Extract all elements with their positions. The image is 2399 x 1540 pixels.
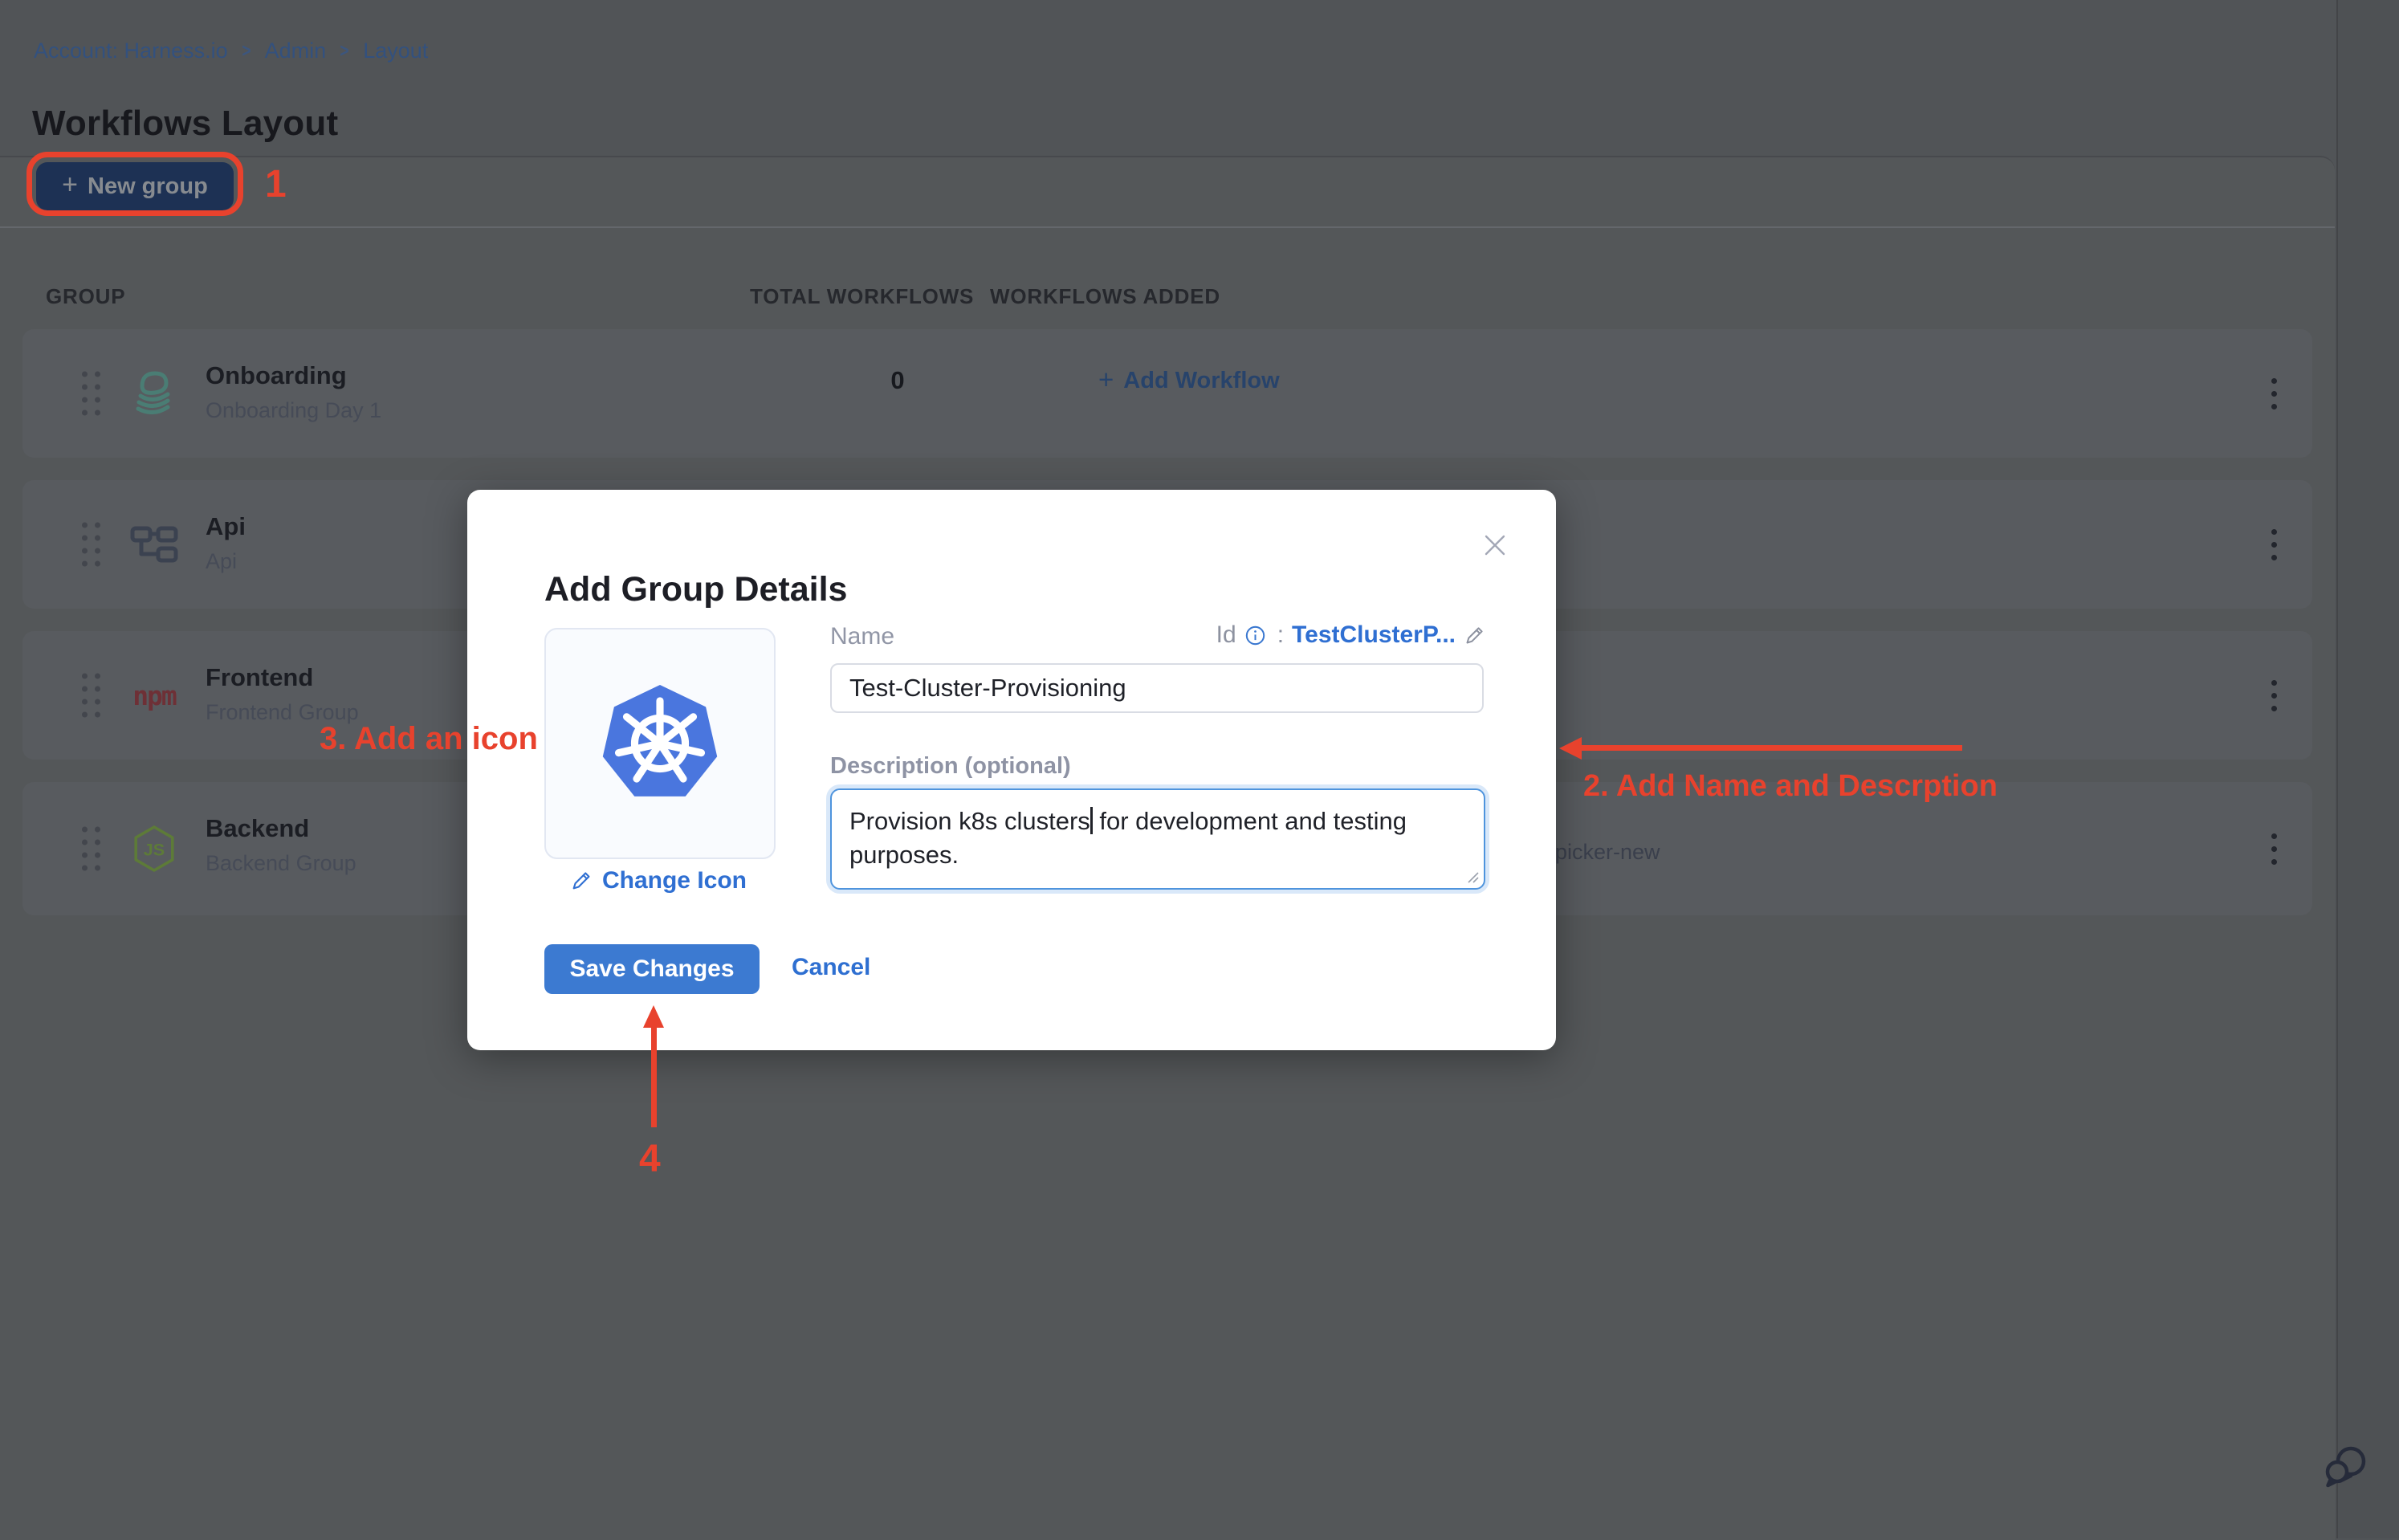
group-name: Backend — [206, 814, 309, 843]
description-label: Description (optional) — [830, 753, 1071, 780]
change-icon-label: Change Icon — [602, 867, 747, 894]
npm-icon: npm — [128, 670, 180, 721]
description-textarea[interactable]: Provision k8s clusters for development a… — [830, 788, 1485, 890]
column-header-total-workflows: TOTAL WORKFLOWS — [750, 284, 974, 309]
annotation-arrow-up — [651, 1026, 657, 1127]
annotation-step3-text: 3. Add an icon — [320, 721, 538, 757]
table-row: Onboarding Onboarding Day 1 0 + Add Work… — [22, 329, 2312, 458]
breadcrumb-account-link[interactable]: Account: Harness.io — [34, 39, 228, 63]
annotation-step4-number: 4 — [639, 1137, 661, 1181]
column-header-group: GROUP — [46, 284, 125, 309]
group-subtitle: Api — [206, 549, 237, 574]
workflow-chip-label: picker-new — [1555, 840, 1660, 865]
chat-bubbles-icon[interactable] — [2316, 1440, 2367, 1492]
modal-title: Add Group Details — [544, 570, 847, 609]
annotation-arrowhead-up-icon — [643, 1005, 664, 1028]
breadcrumb: Account: Harness.io > Admin > Layout — [34, 39, 428, 63]
layers-teal-icon — [128, 368, 180, 419]
group-name: Onboarding — [206, 361, 347, 390]
row-menu-kebab-icon[interactable] — [2256, 368, 2291, 419]
description-text: Provision k8s clusters — [849, 807, 1090, 835]
entity-id-row: Id : TestClusterP... — [1216, 621, 1485, 649]
breadcrumb-admin-link[interactable]: Admin — [265, 39, 327, 63]
row-menu-kebab-icon[interactable] — [2256, 823, 2291, 874]
id-value-link[interactable]: TestClusterP... — [1292, 621, 1456, 649]
annotation-highlight-box — [26, 152, 243, 216]
annotation-step1-number: 1 — [265, 162, 287, 206]
close-icon[interactable] — [1477, 528, 1513, 564]
annotation-arrow-left — [1580, 745, 1962, 751]
group-name: Api — [206, 512, 246, 541]
id-separator: : — [1277, 621, 1284, 649]
drag-handle-icon[interactable] — [82, 523, 100, 567]
group-subtitle: Onboarding Day 1 — [206, 398, 381, 423]
breadcrumb-separator-icon: > — [340, 40, 349, 63]
edit-id-pencil-icon[interactable] — [1464, 625, 1485, 646]
drag-handle-icon[interactable] — [82, 372, 100, 416]
save-changes-button[interactable]: Save Changes — [544, 944, 760, 994]
pencil-icon — [570, 870, 593, 892]
page-title: Workflows Layout — [32, 104, 338, 144]
cancel-button[interactable]: Cancel — [792, 954, 870, 981]
row-menu-kebab-icon[interactable] — [2256, 519, 2291, 570]
drag-handle-icon[interactable] — [82, 674, 100, 718]
sitemap-icon — [128, 519, 180, 570]
resize-grip-icon[interactable] — [1466, 870, 1479, 883]
id-label: Id — [1216, 621, 1236, 649]
row-menu-kebab-icon[interactable] — [2256, 670, 2291, 721]
name-label: Name — [830, 623, 894, 650]
plus-icon: + — [1098, 365, 1114, 395]
group-subtitle: Backend Group — [206, 851, 356, 876]
nodejs-icon: JS — [128, 823, 180, 874]
kubernetes-icon — [592, 677, 728, 810]
total-workflows-value: 0 — [857, 366, 938, 395]
group-name: Frontend — [206, 663, 313, 692]
column-header-workflows-added: WORKFLOWS ADDED — [990, 284, 1220, 309]
add-group-details-modal: Add Group Details Change Icon — [467, 490, 1556, 1050]
right-edge-panel — [2336, 0, 2399, 1538]
group-icon-preview — [544, 628, 776, 859]
toolbar: + New group — [0, 157, 2335, 228]
annotation-step2-text: 2. Add Name and Descrption — [1583, 769, 1998, 804]
add-workflow-link[interactable]: + Add Workflow — [1098, 366, 1280, 395]
annotation-arrowhead-left-icon — [1559, 737, 1582, 760]
breadcrumb-layout-link[interactable]: Layout — [363, 39, 428, 63]
change-icon-link[interactable]: Change Icon — [544, 867, 772, 894]
add-workflow-label: Add Workflow — [1123, 368, 1279, 394]
breadcrumb-separator-icon: > — [242, 40, 250, 63]
svg-text:JS: JS — [144, 839, 165, 859]
info-icon — [1244, 625, 1266, 646]
drag-handle-icon[interactable] — [82, 827, 100, 871]
name-input[interactable] — [830, 663, 1484, 713]
